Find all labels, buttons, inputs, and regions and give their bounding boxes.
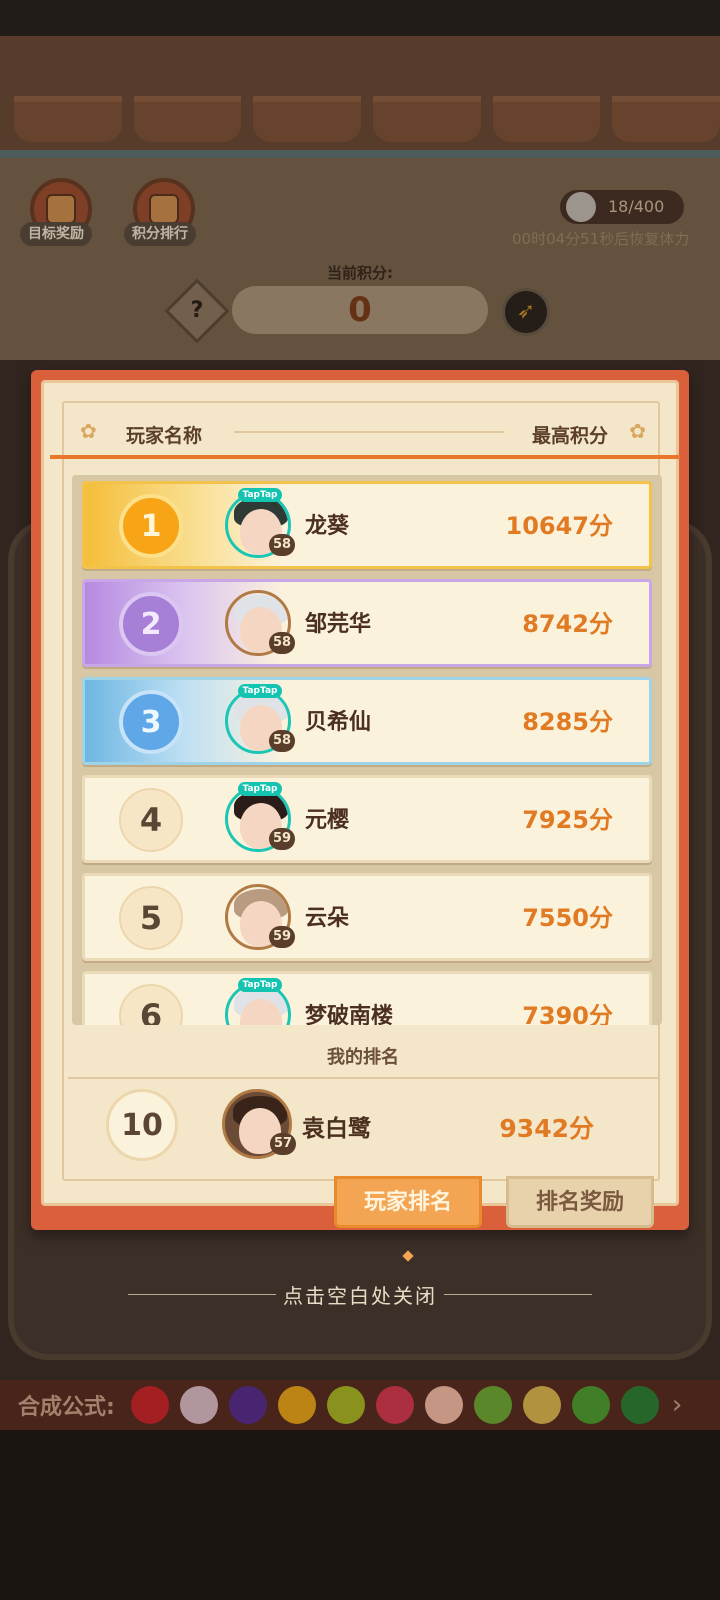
my-level-badge: 57 <box>270 1133 296 1155</box>
rank-medal: 3 <box>119 690 183 754</box>
taptap-badge: TapTap <box>238 684 282 698</box>
ranking-list[interactable]: 1 TapTap 58 龙葵 10647分 2 58 邹芫华 8742分 3 T… <box>72 475 662 1025</box>
ranking-row: 6 TapTap 梦破南楼 7390分 <box>82 971 652 1025</box>
rank-medal: 2 <box>119 592 183 656</box>
my-rank-number: 10 <box>106 1089 178 1161</box>
bottom-area <box>0 1430 720 1600</box>
player-score: 7390分 <box>522 1002 613 1025</box>
leaderboard-inner: ✿ 玩家名称 最高积分 ✿ 1 TapTap 58 龙葵 10647分 2 58… <box>41 380 680 1206</box>
tab-rank-reward[interactable]: 排名奖励 <box>506 1176 654 1228</box>
player-score: 7550分 <box>522 904 613 932</box>
taptap-badge: TapTap <box>238 978 282 992</box>
my-player-name: 袁白鹭 <box>302 1116 371 1142</box>
level-badge: 58 <box>269 632 295 654</box>
my-player-score: 9342分 <box>499 1114 594 1143</box>
ranking-row: 2 58 邹芫华 8742分 <box>82 579 652 667</box>
taptap-badge: TapTap <box>238 782 282 796</box>
close-tip-line <box>444 1294 592 1295</box>
column-best-score: 最高积分 <box>531 425 608 447</box>
leaderboard-panel: ✿ 玩家名称 最高积分 ✿ 1 TapTap 58 龙葵 10647分 2 58… <box>31 370 689 1230</box>
level-badge: 58 <box>269 730 295 752</box>
ranking-row: 1 TapTap 58 龙葵 10647分 <box>82 481 652 569</box>
taptap-badge: TapTap <box>238 488 282 502</box>
level-badge: 59 <box>269 828 295 850</box>
rank-medal: 1 <box>119 494 183 558</box>
my-rank-divider <box>68 1077 658 1079</box>
player-name: 龙葵 <box>305 514 350 539</box>
column-player-name: 玩家名称 <box>126 425 203 447</box>
player-name: 贝希仙 <box>305 710 372 735</box>
tab-player-rank[interactable]: 玩家排名 <box>334 1176 482 1228</box>
player-score: 10647分 <box>505 512 614 540</box>
ranking-row: 3 TapTap 58 贝希仙 8285分 <box>82 677 652 765</box>
ranking-row: 4 TapTap 59 元樱 7925分 <box>82 775 652 863</box>
player-name: 云朵 <box>305 906 350 931</box>
header-divider <box>234 431 504 433</box>
player-name: 邹芫华 <box>305 612 372 637</box>
rank-number: 6 <box>119 984 183 1025</box>
flower-icon: ✿ <box>629 419 646 443</box>
level-badge: 58 <box>269 534 295 556</box>
rank-number: 5 <box>119 886 183 950</box>
flower-icon: ✿ <box>80 419 97 443</box>
player-name: 元樱 <box>305 808 350 833</box>
player-score: 8742分 <box>522 610 613 638</box>
player-score: 8285分 <box>522 708 613 736</box>
rank-number: 4 <box>119 788 183 852</box>
ranking-row: 5 59 云朵 7550分 <box>82 873 652 961</box>
player-score: 7925分 <box>522 806 613 834</box>
close-tip[interactable]: 点击空白处关闭 <box>0 1280 720 1309</box>
orange-divider <box>50 455 680 459</box>
level-badge: 59 <box>269 926 295 948</box>
my-rank-title: 我的排名 <box>327 1047 399 1068</box>
player-name: 梦破南楼 <box>305 1004 394 1025</box>
